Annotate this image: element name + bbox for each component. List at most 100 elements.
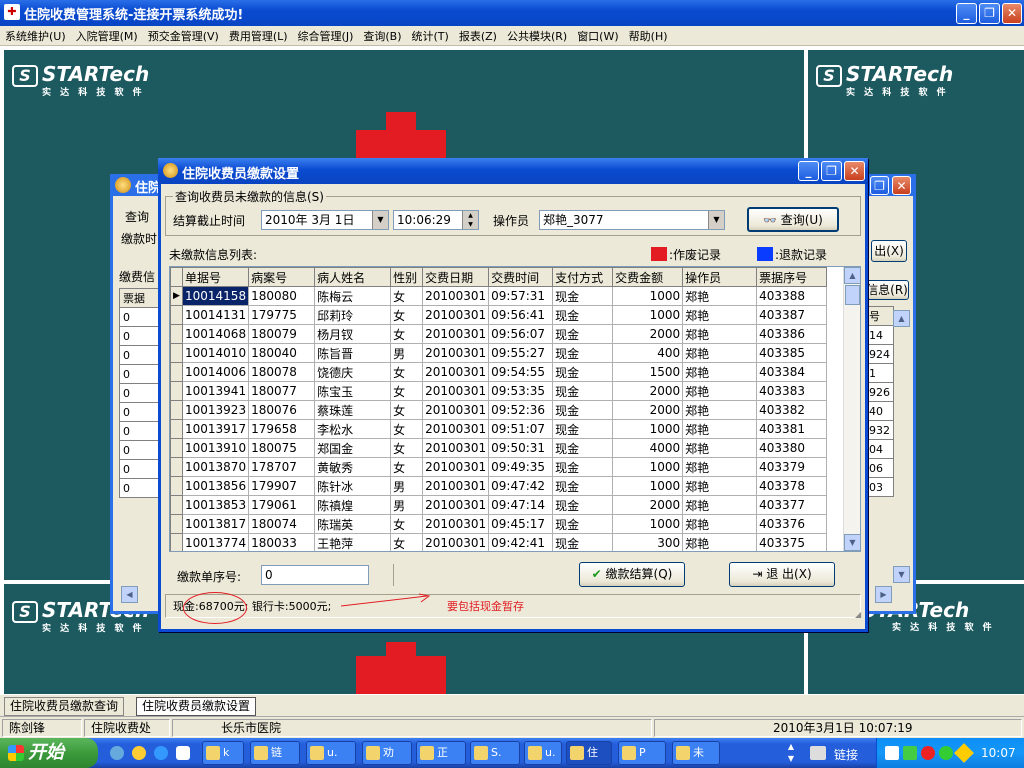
back-scroll-up-icon[interactable]: ▲ — [893, 310, 910, 327]
table-cell[interactable]: 现金 — [552, 362, 614, 382]
table-cell[interactable]: 09:49:35 — [488, 457, 554, 477]
table-cell[interactable]: 郑艳 — [682, 362, 758, 382]
menu-item-general[interactable]: 综合管理(J) — [293, 26, 359, 46]
table-cell[interactable]: 现金 — [552, 305, 614, 325]
row-indicator[interactable] — [170, 305, 183, 325]
table-cell[interactable]: 现金 — [552, 438, 614, 458]
table-cell[interactable]: 现金 — [552, 381, 614, 401]
table-cell[interactable]: 女 — [390, 400, 424, 420]
table-cell[interactable]: 20100301 — [422, 419, 490, 439]
table-cell[interactable]: 09:47:14 — [488, 495, 554, 515]
table-cell[interactable]: 现金 — [552, 343, 614, 363]
column-header[interactable]: 票据序号 — [756, 267, 828, 287]
table-cell[interactable]: 蔡珠莲 — [314, 400, 392, 420]
table-cell[interactable]: 180033 — [248, 533, 316, 551]
table-cell[interactable]: 陈梅云 — [314, 286, 392, 306]
grid-vertical-scrollbar[interactable]: ▲ ▼ — [843, 267, 860, 551]
table-cell[interactable]: 女 — [390, 438, 424, 458]
table-row[interactable]: 10013774 180033 王艳萍女 20100301 09:42:41 现金 300 郑… — [170, 533, 828, 551]
tray-icon[interactable] — [885, 746, 899, 760]
back-grid-cell[interactable]: 0 — [119, 364, 163, 384]
table-cell[interactable]: 09:55:27 — [488, 343, 554, 363]
back-grid[interactable]: 票据 0 0 0 0 0 0 0 0 0 0 — [119, 288, 163, 498]
table-cell[interactable]: 20100301 — [422, 438, 490, 458]
table-cell[interactable]: 1000 — [612, 457, 684, 477]
menu-item-fees[interactable]: 费用管理(L) — [224, 26, 293, 46]
table-cell[interactable]: 2000 — [612, 495, 684, 515]
table-cell[interactable]: 180076 — [248, 400, 316, 420]
table-cell[interactable]: 300 — [612, 533, 684, 551]
table-cell[interactable]: 179061 — [248, 495, 316, 515]
table-cell[interactable]: 400 — [612, 343, 684, 363]
table-cell[interactable]: 现金 — [552, 476, 614, 496]
row-indicator[interactable] — [170, 457, 183, 477]
table-row[interactable]: 10013941 180077 陈宝玉女 20100301 09:53:35 现金 2000… — [170, 381, 828, 401]
column-header[interactable]: 单据号 — [181, 267, 250, 287]
operator-dropdown-icon[interactable]: ▼ — [708, 211, 724, 229]
table-row[interactable]: 10013923 180076 蔡珠莲女 20100301 09:52:36 现金 2000… — [170, 400, 828, 420]
table-cell[interactable]: 女 — [390, 533, 424, 551]
table-row[interactable]: 10014010 180040 陈旨晋男 20100301 09:55:27 现金 400 郑… — [170, 343, 828, 363]
table-cell[interactable]: 现金 — [552, 419, 614, 439]
back-grid-cell[interactable]: 0 — [119, 478, 163, 498]
table-cell[interactable]: 403377 — [756, 495, 828, 515]
menu-item-window[interactable]: 窗口(W) — [572, 26, 623, 46]
back-scroll-down-icon[interactable]: ▼ — [893, 566, 910, 583]
menu-item-help[interactable]: 帮助(H) — [624, 26, 673, 46]
payment-settings-dialog[interactable]: 住院收费员缴款设置 _ ❐ ✕ 查询收费员未缴款的信息(S) 结算截止时间 20… — [158, 158, 868, 632]
table-cell[interactable]: 现金 — [552, 514, 614, 534]
column-header[interactable]: 操作员 — [682, 267, 758, 287]
close-icon[interactable]: ✕ — [1002, 3, 1022, 24]
table-cell[interactable]: 男 — [390, 343, 424, 363]
column-header[interactable]: 交费金额 — [612, 267, 684, 287]
table-cell[interactable]: 10014010 — [181, 343, 250, 363]
table-cell[interactable]: 09:45:17 — [488, 514, 554, 534]
table-cell[interactable]: 女 — [390, 381, 424, 401]
unpaid-table[interactable]: 单据号 病案号 病人姓名 性别 交费日期 交费时间 支付方式 交费金额 操作员 票据序号 ▶ 100… — [170, 267, 828, 551]
table-cell[interactable]: 10014131 — [181, 305, 250, 325]
quicklaunch-icon[interactable] — [176, 746, 190, 760]
table-cell[interactable]: 1500 — [612, 362, 684, 382]
table-cell[interactable]: 李松水 — [314, 419, 392, 439]
row-indicator[interactable] — [170, 324, 183, 344]
current-row-indicator-icon[interactable]: ▶ — [170, 286, 183, 306]
quicklaunch-icon[interactable] — [110, 746, 124, 760]
table-cell[interactable]: 403386 — [756, 324, 828, 344]
taskbar-scroll-icon[interactable]: ▲ ▼ — [784, 741, 798, 765]
table-cell[interactable]: 20100301 — [422, 476, 490, 496]
menu-item-system[interactable]: 系统维护(U) — [0, 26, 71, 46]
links-toolbar[interactable]: 链接 — [834, 746, 858, 763]
table-cell[interactable]: 女 — [390, 305, 424, 325]
table-cell[interactable]: 403379 — [756, 457, 828, 477]
maximize-icon[interactable]: ❐ — [979, 3, 1000, 24]
row-indicator[interactable] — [170, 343, 183, 363]
table-cell[interactable]: 20100301 — [422, 343, 490, 363]
tray-icon[interactable] — [903, 746, 917, 760]
table-row[interactable]: 10014131 179775 邱莉玲女 20100301 09:56:41 现金 1000… — [170, 305, 828, 325]
table-cell[interactable]: 180075 — [248, 438, 316, 458]
table-cell[interactable]: 180080 — [248, 286, 316, 306]
dialog-minimize-icon[interactable]: _ — [798, 161, 819, 181]
table-cell[interactable]: 20100301 — [422, 400, 490, 420]
table-cell[interactable]: 09:57:31 — [488, 286, 554, 306]
table-cell[interactable]: 20100301 — [422, 362, 490, 382]
table-cell[interactable]: 10013853 — [181, 495, 250, 515]
table-cell[interactable]: 09:50:31 — [488, 438, 554, 458]
table-cell[interactable]: 179658 — [248, 419, 316, 439]
table-cell[interactable]: 郑国金 — [314, 438, 392, 458]
time-spinner-icon[interactable]: ▲ ▼ — [462, 211, 478, 229]
table-cell[interactable]: 2000 — [612, 381, 684, 401]
table-cell[interactable]: 2000 — [612, 324, 684, 344]
keyboard-icon[interactable] — [810, 746, 826, 760]
table-cell[interactable]: 郑艳 — [682, 324, 758, 344]
table-cell[interactable]: 20100301 — [422, 495, 490, 515]
table-cell[interactable]: 403378 — [756, 476, 828, 496]
table-cell[interactable]: 09:56:07 — [488, 324, 554, 344]
table-cell[interactable]: 女 — [390, 514, 424, 534]
back-grid-cell[interactable]: 0 — [119, 421, 163, 441]
back-grid-cell[interactable]: 0 — [119, 345, 163, 365]
table-cell[interactable]: 陈禛煌 — [314, 495, 392, 515]
row-indicator[interactable] — [170, 362, 183, 382]
back-grid-cell[interactable]: 0 — [119, 459, 163, 479]
table-cell[interactable]: 20100301 — [422, 533, 490, 551]
